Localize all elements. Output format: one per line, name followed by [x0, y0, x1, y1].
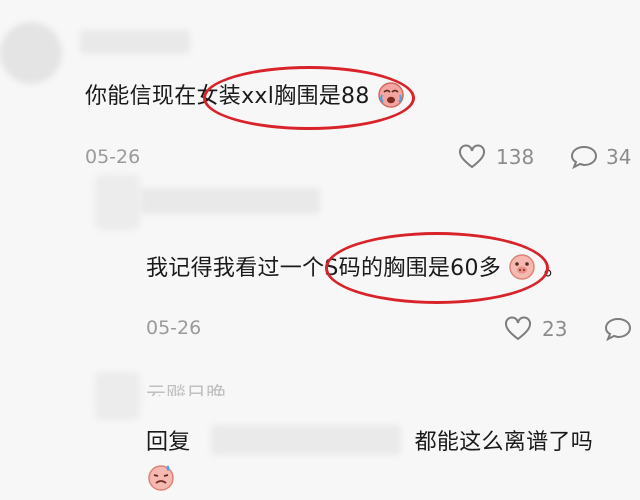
like-count: 23 — [542, 317, 568, 341]
sweating-emoji — [146, 462, 176, 496]
highlight-circle — [325, 232, 549, 304]
username-blurred[interactable] — [80, 30, 190, 54]
speech-bubble-icon — [570, 144, 598, 170]
reply-button[interactable] — [604, 316, 632, 342]
username-partial[interactable]: 云飚日晚 — [146, 378, 226, 396]
comment-date: 05-26 — [85, 146, 141, 168]
reply-line: 回复 都能这么离谱了吗 — [146, 424, 593, 456]
like-button[interactable]: 138 — [458, 144, 534, 170]
highlight-circle — [203, 66, 415, 130]
avatar[interactable] — [0, 22, 62, 84]
username-blurred[interactable] — [140, 188, 320, 214]
like-button[interactable]: 23 — [504, 316, 567, 342]
speech-bubble-icon — [604, 316, 632, 342]
comment-date: 05-26 — [146, 317, 202, 339]
reply-text: 都能这么离谱了吗 — [414, 430, 594, 455]
heart-outline-icon — [458, 144, 486, 170]
avatar[interactable] — [95, 372, 140, 420]
reply-button[interactable]: 34 — [570, 144, 631, 170]
reply-label: 回复 — [146, 430, 191, 455]
heart-outline-icon — [504, 316, 532, 342]
reply-count: 34 — [606, 145, 632, 169]
reply-target-blurred[interactable] — [210, 425, 401, 455]
avatar[interactable] — [95, 175, 140, 230]
like-count: 138 — [496, 145, 535, 169]
